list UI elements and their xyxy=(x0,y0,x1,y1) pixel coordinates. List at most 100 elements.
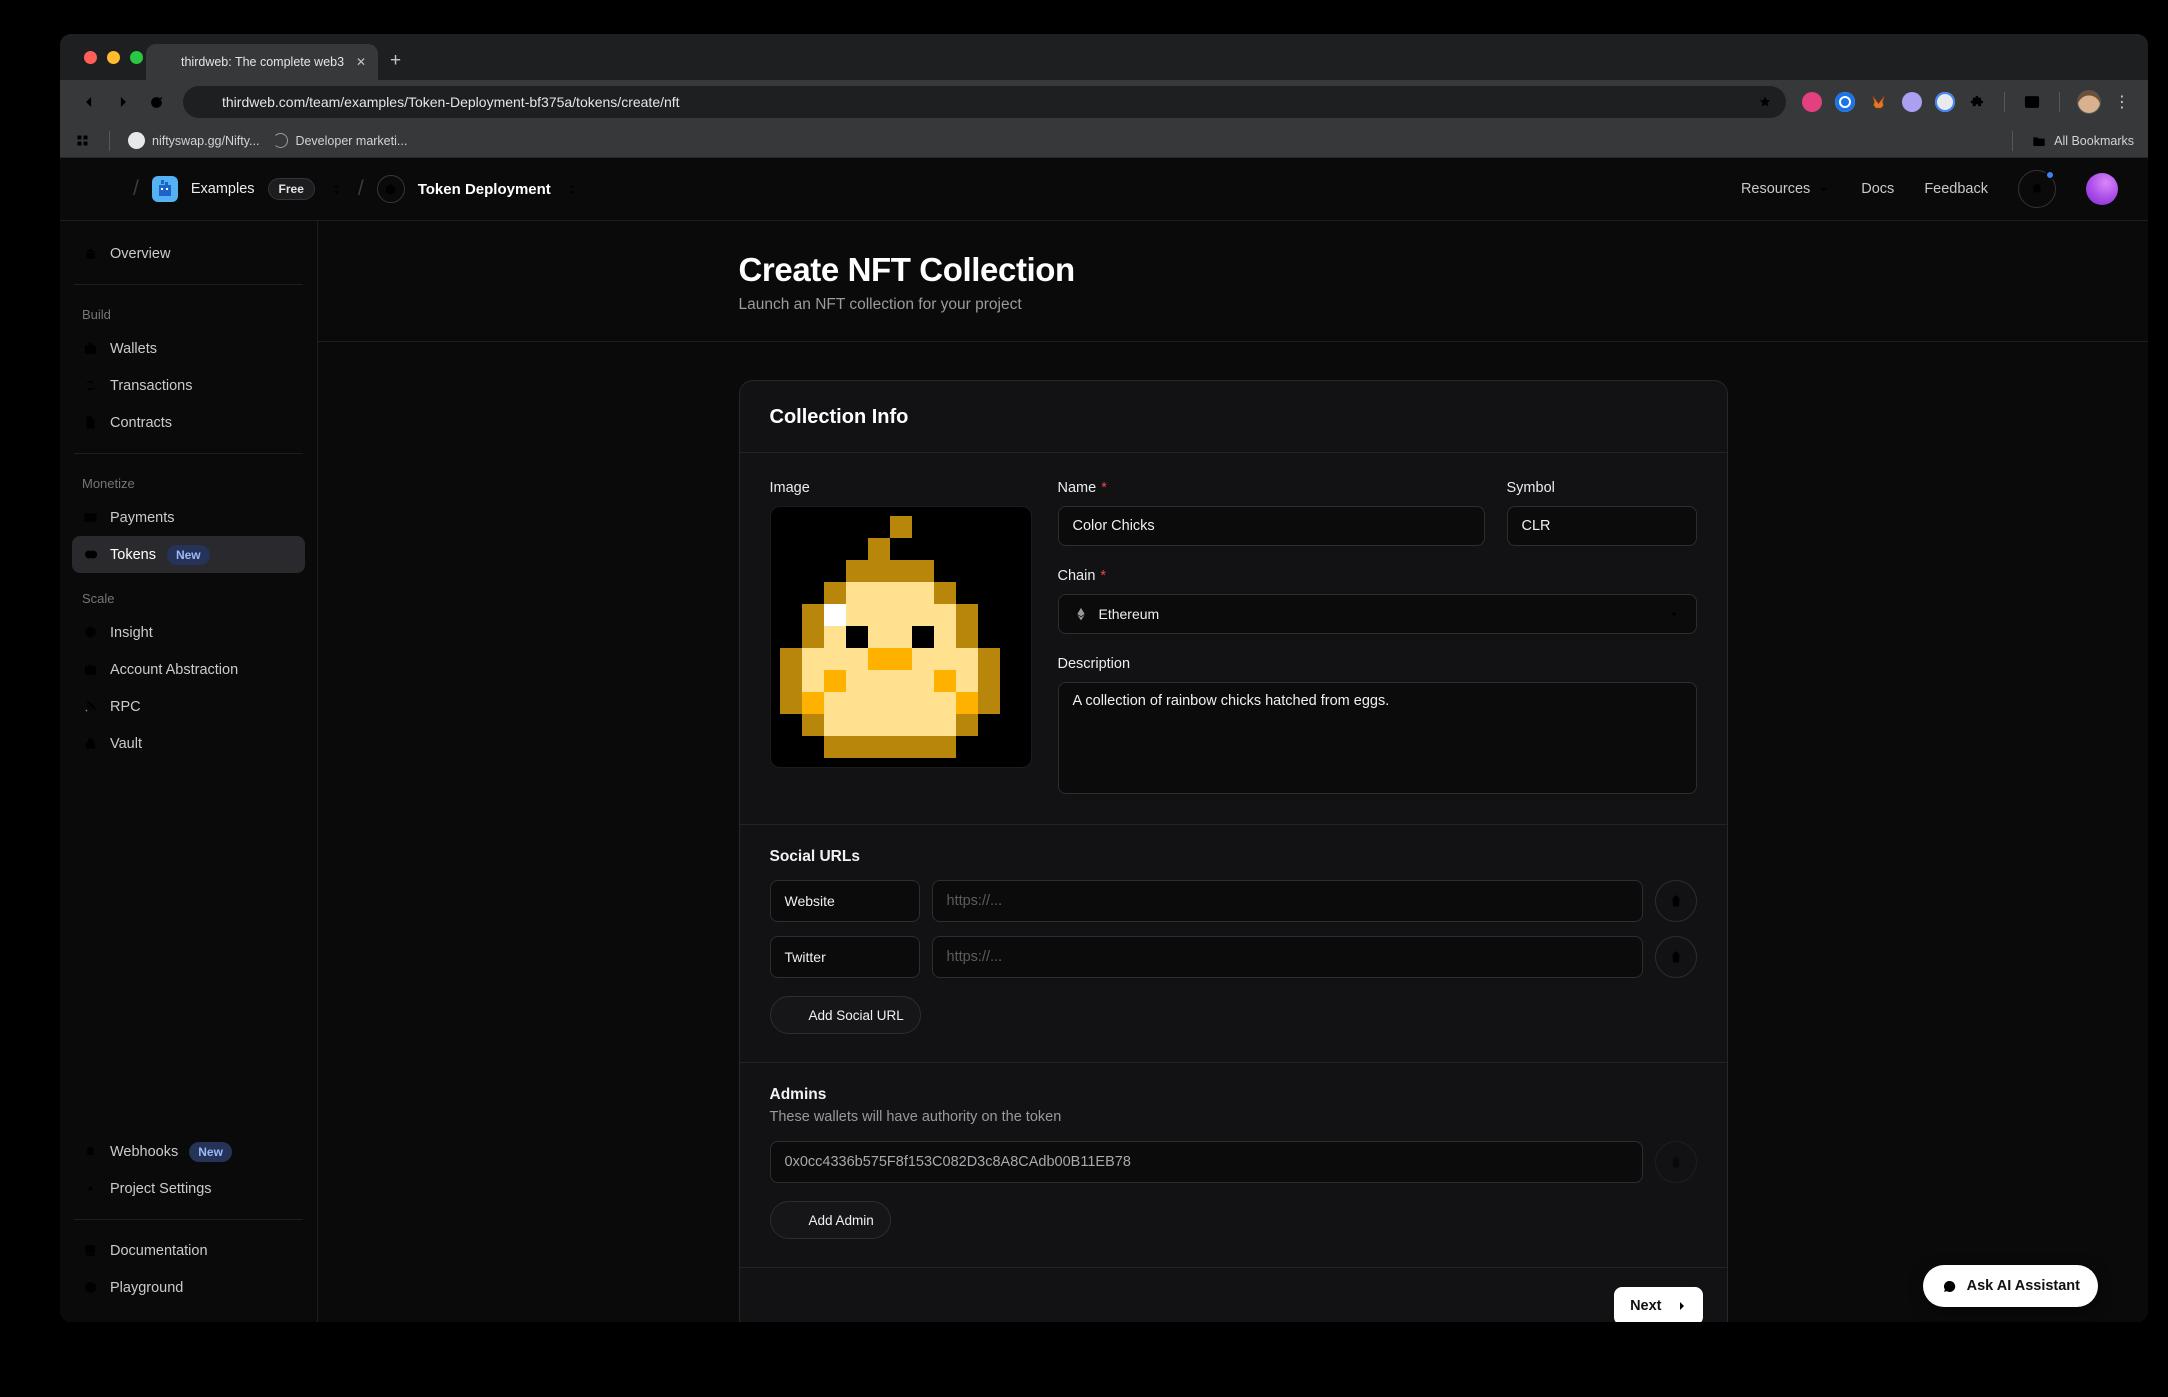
extension-icon-pink[interactable] xyxy=(1802,92,1822,112)
notifications-button[interactable] xyxy=(2018,170,2056,208)
sidebar-item-wallets[interactable]: Wallets xyxy=(72,330,305,367)
tab-close-icon[interactable]: ✕ xyxy=(354,54,368,70)
chat-bubble-icon xyxy=(1941,1278,1958,1295)
sidebar-section-build: Build xyxy=(82,307,295,322)
site-info-icon[interactable] xyxy=(195,94,212,111)
metamask-icon[interactable] xyxy=(1868,92,1889,113)
sidebar-item-project-settings[interactable]: Project Settings xyxy=(72,1170,305,1207)
github-icon xyxy=(128,132,145,149)
account-abstraction-icon xyxy=(82,661,99,678)
chrome-profile-avatar[interactable] xyxy=(2077,90,2101,114)
name-label: Name* xyxy=(1058,480,1485,496)
add-admin-button[interactable]: Add Admin xyxy=(770,1201,891,1239)
new-tab-button[interactable]: + xyxy=(390,50,401,72)
social-url-input[interactable] xyxy=(932,880,1643,922)
nft-pixel-art xyxy=(780,516,1022,758)
cube-icon xyxy=(82,1279,99,1296)
project-name[interactable]: Token Deployment xyxy=(418,181,551,198)
toolbar-divider xyxy=(2004,92,2005,112)
delete-social-url-button[interactable] xyxy=(1655,880,1697,922)
required-asterisk: * xyxy=(1100,568,1106,584)
all-bookmarks-button[interactable]: All Bookmarks xyxy=(2031,133,2134,149)
phantom-icon[interactable] xyxy=(1902,92,1922,112)
bookmark-star-icon[interactable] xyxy=(1756,93,1774,111)
bookmark-item[interactable]: niftyswap.gg/Nifty... xyxy=(128,132,259,149)
team-avatar[interactable] xyxy=(152,176,178,202)
chrome-menu-icon[interactable]: ⋮ xyxy=(2114,92,2130,112)
symbol-input[interactable] xyxy=(1507,506,1697,546)
bookmark-item[interactable]: Developer marketi... xyxy=(273,133,407,148)
sidebar-item-contracts[interactable]: Contracts xyxy=(72,404,305,441)
sidebar-item-insight[interactable]: Insight xyxy=(72,614,305,651)
sidebar-item-vault[interactable]: Vault xyxy=(72,725,305,762)
social-url-input[interactable] xyxy=(932,936,1643,978)
delete-social-url-button[interactable] xyxy=(1655,936,1697,978)
back-button[interactable] xyxy=(79,92,99,112)
collection-info-card: Collection Info Image xyxy=(739,380,1728,1322)
coins-icon xyxy=(82,546,99,563)
page-subtitle: Launch an NFT collection for your projec… xyxy=(739,296,1728,314)
ask-ai-assistant-button[interactable]: Ask AI Assistant xyxy=(1923,1265,2098,1307)
platform-select[interactable]: Website xyxy=(770,880,920,922)
browser-tab[interactable]: thirdweb: The complete web3 ✕ xyxy=(146,44,378,80)
docs-link[interactable]: Docs xyxy=(1861,181,1894,197)
credit-card-icon xyxy=(82,509,99,526)
close-window-button[interactable] xyxy=(84,51,97,64)
url-text: thirdweb.com/team/examples/Token-Deploym… xyxy=(222,94,1746,110)
address-bar[interactable]: thirdweb.com/team/examples/Token-Deploym… xyxy=(183,86,1786,118)
thirdweb-favicon xyxy=(156,55,173,70)
add-social-url-button[interactable]: Add Social URL xyxy=(770,996,921,1034)
sidebar-item-overview[interactable]: Overview xyxy=(72,235,305,272)
trash-icon xyxy=(1668,949,1684,965)
platform-select[interactable]: Twitter xyxy=(770,936,920,978)
description-textarea[interactable]: A collection of rainbow chicks hatched f… xyxy=(1058,682,1697,794)
sidebar-section-monetize: Monetize xyxy=(82,476,295,491)
plus-icon xyxy=(787,1008,801,1022)
side-panel-icon[interactable] xyxy=(2022,92,2042,112)
team-switcher-icon[interactable] xyxy=(328,181,345,198)
next-button[interactable]: Next xyxy=(1614,1287,1702,1322)
browser-window: thirdweb: The complete web3 ✕ + thirdweb… xyxy=(60,34,2148,1322)
name-input[interactable] xyxy=(1058,506,1485,546)
sidebar-item-transactions[interactable]: Transactions xyxy=(72,367,305,404)
extension-icon-blue[interactable] xyxy=(1835,92,1855,112)
forward-button[interactable] xyxy=(113,92,133,112)
admin-wallet-input[interactable] xyxy=(770,1141,1643,1183)
sidebar-divider xyxy=(74,453,303,454)
wallet-icon xyxy=(82,340,99,357)
thirdweb-logo[interactable] xyxy=(90,177,120,202)
chain-select[interactable]: Ethereum xyxy=(1058,594,1697,634)
breadcrumb-separator: / xyxy=(133,177,139,201)
user-avatar[interactable] xyxy=(2086,173,2118,205)
sidebar-item-tokens[interactable]: Tokens New xyxy=(72,536,305,573)
zoom-window-button[interactable] xyxy=(130,51,143,64)
project-switcher-icon[interactable] xyxy=(564,181,581,198)
plus-icon xyxy=(787,1213,801,1227)
image-label: Image xyxy=(770,480,1032,496)
sidebar-item-webhooks[interactable]: Webhooks New xyxy=(72,1133,305,1170)
bookmark-favicon xyxy=(273,133,288,148)
sidebar-item-documentation[interactable]: Documentation xyxy=(72,1232,305,1269)
feedback-link[interactable]: Feedback xyxy=(1924,181,1988,197)
resources-menu[interactable]: Resources xyxy=(1741,181,1831,197)
bookmarks-divider xyxy=(109,131,110,151)
thirdweb-dashboard: / Examples Free / Token Deployment Resou… xyxy=(60,158,2148,1322)
sidebar-item-payments[interactable]: Payments xyxy=(72,499,305,536)
new-badge: New xyxy=(167,545,210,565)
bookmarks-divider xyxy=(2012,131,2013,151)
sidebar-item-playground[interactable]: Playground xyxy=(72,1269,305,1306)
team-name[interactable]: Examples xyxy=(191,181,255,197)
resize-handle-icon[interactable] xyxy=(1680,776,1692,788)
reload-button[interactable] xyxy=(147,93,166,112)
extension-icon-lock[interactable] xyxy=(1935,92,1955,112)
extensions-puzzle-icon[interactable] xyxy=(1968,93,1987,112)
minimize-window-button[interactable] xyxy=(107,51,120,64)
sidebar-item-account-abstraction[interactable]: Account Abstraction xyxy=(72,651,305,688)
sidebar-item-rpc[interactable]: RPC xyxy=(72,688,305,725)
book-icon xyxy=(82,1242,99,1259)
apps-grid-icon[interactable] xyxy=(74,132,91,149)
delete-admin-button[interactable] xyxy=(1655,1141,1697,1183)
bookmark-label: niftyswap.gg/Nifty... xyxy=(152,134,259,148)
folder-icon xyxy=(2031,133,2047,149)
collection-image-upload[interactable] xyxy=(770,506,1032,768)
